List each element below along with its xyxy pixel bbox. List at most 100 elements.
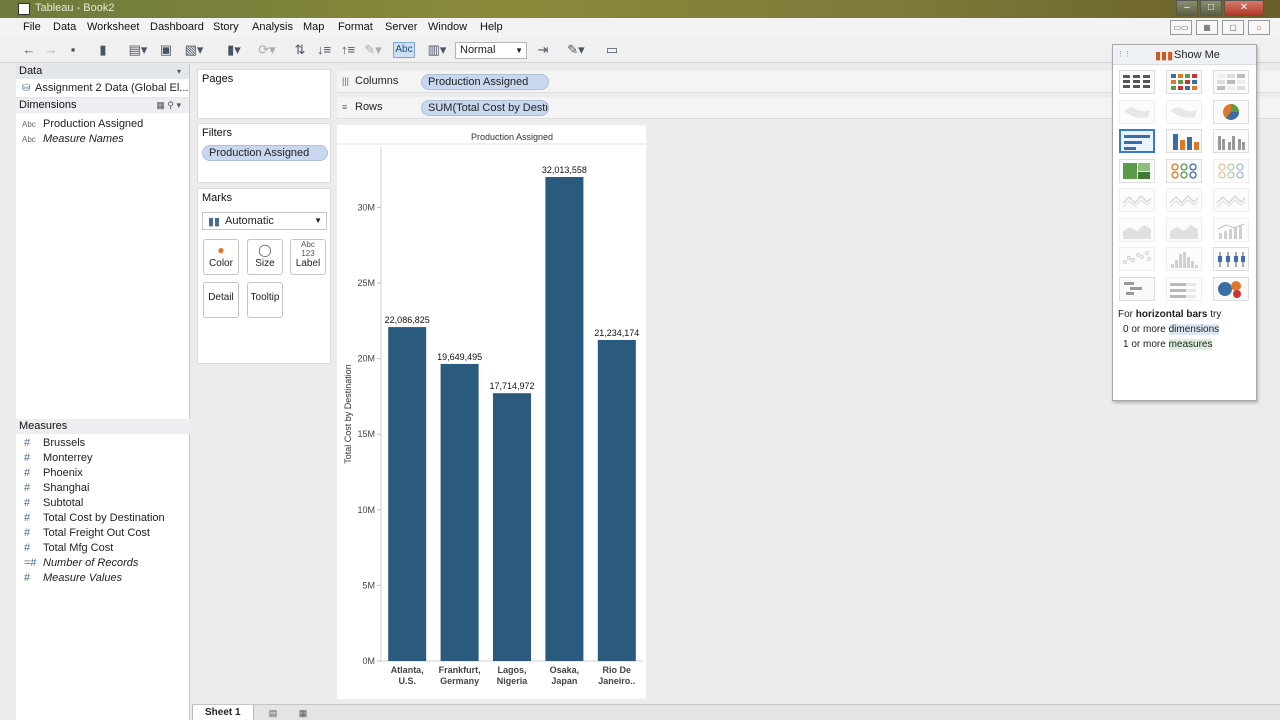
discrete-area-icon[interactable] [1166, 217, 1202, 242]
sort-descending-icon[interactable]: ↑≡ [340, 42, 356, 58]
tooltip-icon [248, 283, 282, 292]
filmstrip-view-icon[interactable]: ▭▭ [1170, 20, 1192, 35]
box-whisker-icon[interactable] [1213, 247, 1249, 271]
bullet-graph-icon[interactable] [1166, 276, 1202, 301]
dimension-item[interactable]: Abc Production Assigned [16, 117, 189, 132]
highlight-table-icon[interactable] [1213, 70, 1249, 94]
label-button[interactable]: Abc 123 Label [290, 239, 326, 275]
datasource-name: Assignment 2 Data (Global El... [35, 82, 189, 94]
mark-type-dropdown[interactable]: ▮▮ Automatic ▼ [202, 212, 327, 230]
continuous-area-icon[interactable] [1119, 217, 1155, 242]
circle-views-icon[interactable] [1166, 158, 1202, 183]
gantt-chart-icon[interactable] [1119, 276, 1155, 301]
dimension-name: Measure Names [43, 133, 124, 145]
columns-pill[interactable]: Production Assigned [421, 74, 549, 90]
horizontal-bars-icon[interactable] [1119, 129, 1155, 153]
measure-item[interactable]: # Measure Values [16, 571, 190, 586]
minimize-icon[interactable]: – [1176, 0, 1198, 16]
hint-suffix: try [1207, 309, 1222, 320]
measure-item[interactable]: # Total Mfg Cost [16, 541, 190, 556]
swap-icon[interactable]: ⇅ [292, 42, 308, 58]
side-by-side-circles-icon[interactable] [1213, 158, 1249, 183]
heat-map-icon[interactable] [1166, 70, 1202, 94]
sort-ascending-icon[interactable]: ↓≡ [316, 42, 332, 58]
menu-analysis[interactable]: Analysis [252, 21, 293, 33]
pages-shelf[interactable]: Pages [197, 69, 331, 119]
measure-item[interactable]: =# Number of Records [16, 556, 190, 571]
menu-file[interactable]: File [23, 21, 41, 33]
menu-window[interactable]: Window [428, 21, 467, 33]
save-icon[interactable]: ▪ [66, 42, 80, 58]
maximize-icon[interactable]: □ [1200, 0, 1222, 16]
measure-item[interactable]: # Total Cost by Destination [16, 511, 190, 526]
duplicate-sheet-icon[interactable]: ▣ [158, 42, 174, 58]
menu-format[interactable]: Format [338, 21, 373, 33]
text-table-icon[interactable] [1119, 70, 1155, 94]
new-dashboard-icon[interactable]: ▦ [294, 707, 312, 719]
measure-item[interactable]: # Total Freight Out Cost [16, 526, 190, 541]
measure-item[interactable]: # Subtotal [16, 496, 190, 511]
stacked-bars-icon[interactable] [1166, 129, 1202, 153]
side-by-side-bars-icon[interactable] [1213, 129, 1249, 153]
show-me-header[interactable]: ⋮⋮ ▮▮▮ Show Me [1113, 45, 1256, 65]
sheet-tab[interactable]: Sheet 1 [192, 705, 254, 720]
size-button[interactable]: ◯ Size [247, 239, 283, 275]
menu-server[interactable]: Server [385, 21, 417, 33]
scatter-plot-icon[interactable] [1119, 247, 1155, 271]
data-label: 32,013,558 [542, 165, 587, 175]
symbol-map-icon[interactable] [1119, 99, 1155, 124]
datasource-icon[interactable]: ▮ [96, 42, 110, 58]
drag-handle-icon[interactable]: ⋮⋮ [1117, 50, 1131, 58]
menu-data[interactable]: Data [53, 21, 76, 33]
filled-map-icon[interactable] [1166, 99, 1202, 124]
detail-button[interactable]: Detail [203, 282, 239, 318]
menu-help[interactable]: Help [480, 21, 503, 33]
presentation-mode-icon[interactable]: ▢ [1222, 20, 1244, 35]
menu-story[interactable]: Story [213, 21, 239, 33]
pause-updates-icon[interactable]: ▮▾ [220, 42, 248, 58]
measure-item[interactable]: # Brussels [16, 436, 190, 451]
dimension-item[interactable]: Abc Measure Names [16, 132, 189, 147]
filters-shelf[interactable]: Filters Production Assigned [197, 123, 331, 183]
x-tick-label: Janeiro.. [598, 676, 635, 686]
histogram-icon[interactable] [1166, 247, 1202, 271]
fit-dropdown[interactable]: Normal ▼ [455, 42, 527, 59]
menu-worksheet[interactable]: Worksheet [87, 21, 139, 33]
continuous-lines-icon[interactable] [1119, 188, 1155, 212]
home-icon[interactable]: ⌂ [1248, 20, 1270, 35]
highlight-icon[interactable]: ✎▾ [362, 42, 384, 58]
measure-item[interactable]: # Shanghai [16, 481, 190, 496]
pie-chart-icon[interactable] [1213, 99, 1249, 124]
show-mark-labels-button[interactable]: Abc [393, 42, 415, 58]
measure-item[interactable]: # Monterrey [16, 451, 190, 466]
highlight-table-glyph [1217, 74, 1245, 90]
refresh-icon[interactable]: ⟳▾ [254, 42, 280, 58]
rows-pill[interactable]: SUM(Total Cost by Desti.. [421, 100, 549, 116]
menu-dashboard[interactable]: Dashboard [150, 21, 204, 33]
discrete-lines-icon[interactable] [1166, 188, 1202, 212]
new-worksheet-icon[interactable]: ▤ [264, 707, 282, 719]
pane-menu-icon[interactable]: ▾ [177, 64, 181, 79]
side-by-side-circles-glyph [1218, 162, 1244, 179]
sheet-sorter-icon[interactable]: ▦ [1196, 20, 1218, 35]
find-field-icon[interactable]: ▦ ⚲ ▾ [156, 98, 181, 113]
redo-icon[interactable]: → [44, 42, 58, 58]
dual-lines-icon[interactable] [1213, 188, 1249, 212]
menu-map[interactable]: Map [303, 21, 324, 33]
fix-axes-icon[interactable]: ⇥ [535, 42, 551, 58]
presentation-icon[interactable]: ▭ [604, 42, 620, 58]
packed-bubbles-icon[interactable] [1213, 276, 1249, 301]
undo-icon[interactable]: ← [22, 42, 36, 58]
clear-sheet-icon[interactable]: ▧▾ [180, 42, 208, 58]
treemap-icon[interactable] [1119, 158, 1155, 183]
annotate-icon[interactable]: ✎▾ [563, 42, 589, 58]
color-button[interactable]: ● Color [203, 239, 239, 275]
view-cards-icon[interactable]: ▥▾ [424, 42, 450, 58]
measure-item[interactable]: # Phoenix [16, 466, 190, 481]
close-icon[interactable]: ✕ [1224, 0, 1264, 16]
dual-combination-icon[interactable] [1213, 217, 1249, 242]
new-worksheet-icon[interactable]: ▤▾ [124, 42, 152, 58]
filter-pill[interactable]: Production Assigned [202, 145, 328, 161]
tooltip-button[interactable]: Tooltip [247, 282, 283, 318]
datasource-row[interactable]: ⛁ Assignment 2 Data (Global El... [16, 79, 189, 98]
